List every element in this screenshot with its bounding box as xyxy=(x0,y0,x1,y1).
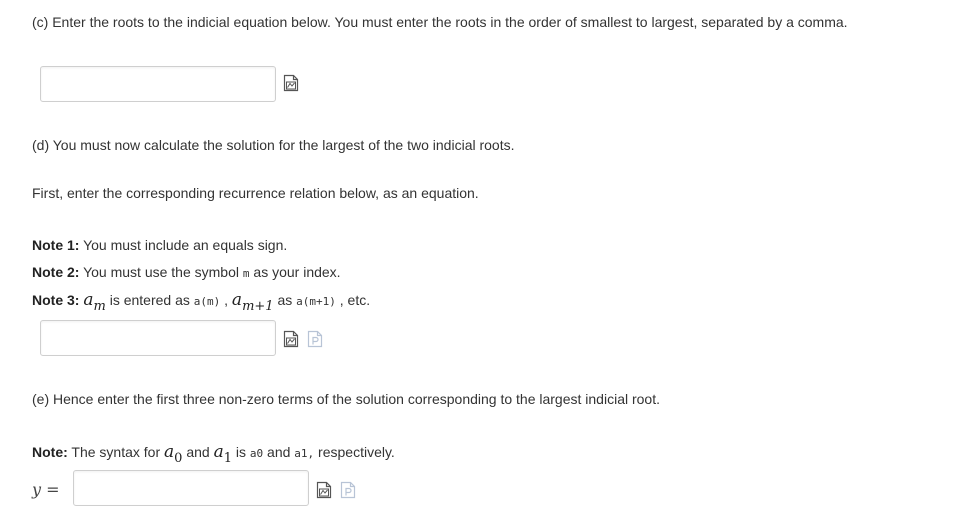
note-1-text: You must include an equals sign. xyxy=(79,237,288,253)
note-3: Note 3: am is entered as a(m) , am+1 as … xyxy=(32,290,371,314)
formula-palette-icon[interactable] xyxy=(307,330,323,348)
part-d-prompt: (d) You must now calculate the solution … xyxy=(32,137,515,153)
part-e-note-text-3: is xyxy=(232,444,250,460)
math-a1: a1 xyxy=(213,442,232,466)
recurrence-input[interactable] xyxy=(40,320,276,356)
math-a0: a0 xyxy=(164,442,183,466)
note-3-text-1: is entered as xyxy=(105,292,194,308)
part-e-note: Note: The syntax for a0 and a1 is a0 and… xyxy=(32,442,395,466)
note-2-code: m xyxy=(242,267,250,280)
note-3-code-1: a(m) xyxy=(193,295,221,308)
note-3-math-am1: am+1 xyxy=(231,290,274,314)
code-a1: a1, xyxy=(294,447,315,460)
note-2-text-after: as your index. xyxy=(249,264,341,280)
formula-palette-icon[interactable] xyxy=(340,481,356,499)
part-e-note-text-1: The syntax for xyxy=(67,444,165,460)
part-e-note-text-2: and xyxy=(182,444,214,460)
note-3-label: Note 3: xyxy=(32,292,80,308)
note-3-math-am: am xyxy=(83,290,106,314)
equation-preview-icon[interactable] xyxy=(283,74,299,92)
note-2-text-before: You must use the symbol xyxy=(79,264,243,280)
equation-preview-icon[interactable] xyxy=(316,481,332,499)
note-1: Note 1: You must include an equals sign. xyxy=(32,236,287,254)
part-e-note-label: Note: xyxy=(32,444,68,460)
roots-input[interactable] xyxy=(40,66,276,102)
part-e-prompt: (e) Hence enter the first three non-zero… xyxy=(32,391,660,407)
solution-input[interactable] xyxy=(73,470,309,506)
note-3-text-3: , etc. xyxy=(335,292,371,308)
note-2: Note 2: You must use the symbol m as you… xyxy=(32,263,341,283)
note-2-label: Note 2: xyxy=(32,264,80,280)
note-3-code-2: a(m+1) xyxy=(296,295,336,308)
part-e-note-text-5: respectively. xyxy=(314,444,395,460)
equation-preview-icon[interactable] xyxy=(283,330,299,348)
code-a0: a0 xyxy=(249,447,264,460)
note-1-label: Note 1: xyxy=(32,237,80,253)
part-e-note-text-4: and xyxy=(263,444,295,460)
y-equals-label: y = xyxy=(32,480,60,499)
note-3-text-2: as xyxy=(273,292,297,308)
part-d-instruction: First, enter the corresponding recurrenc… xyxy=(32,185,479,201)
note-3-comma: , xyxy=(220,292,232,308)
part-c-prompt: (c) Enter the roots to the indicial equa… xyxy=(32,14,848,30)
